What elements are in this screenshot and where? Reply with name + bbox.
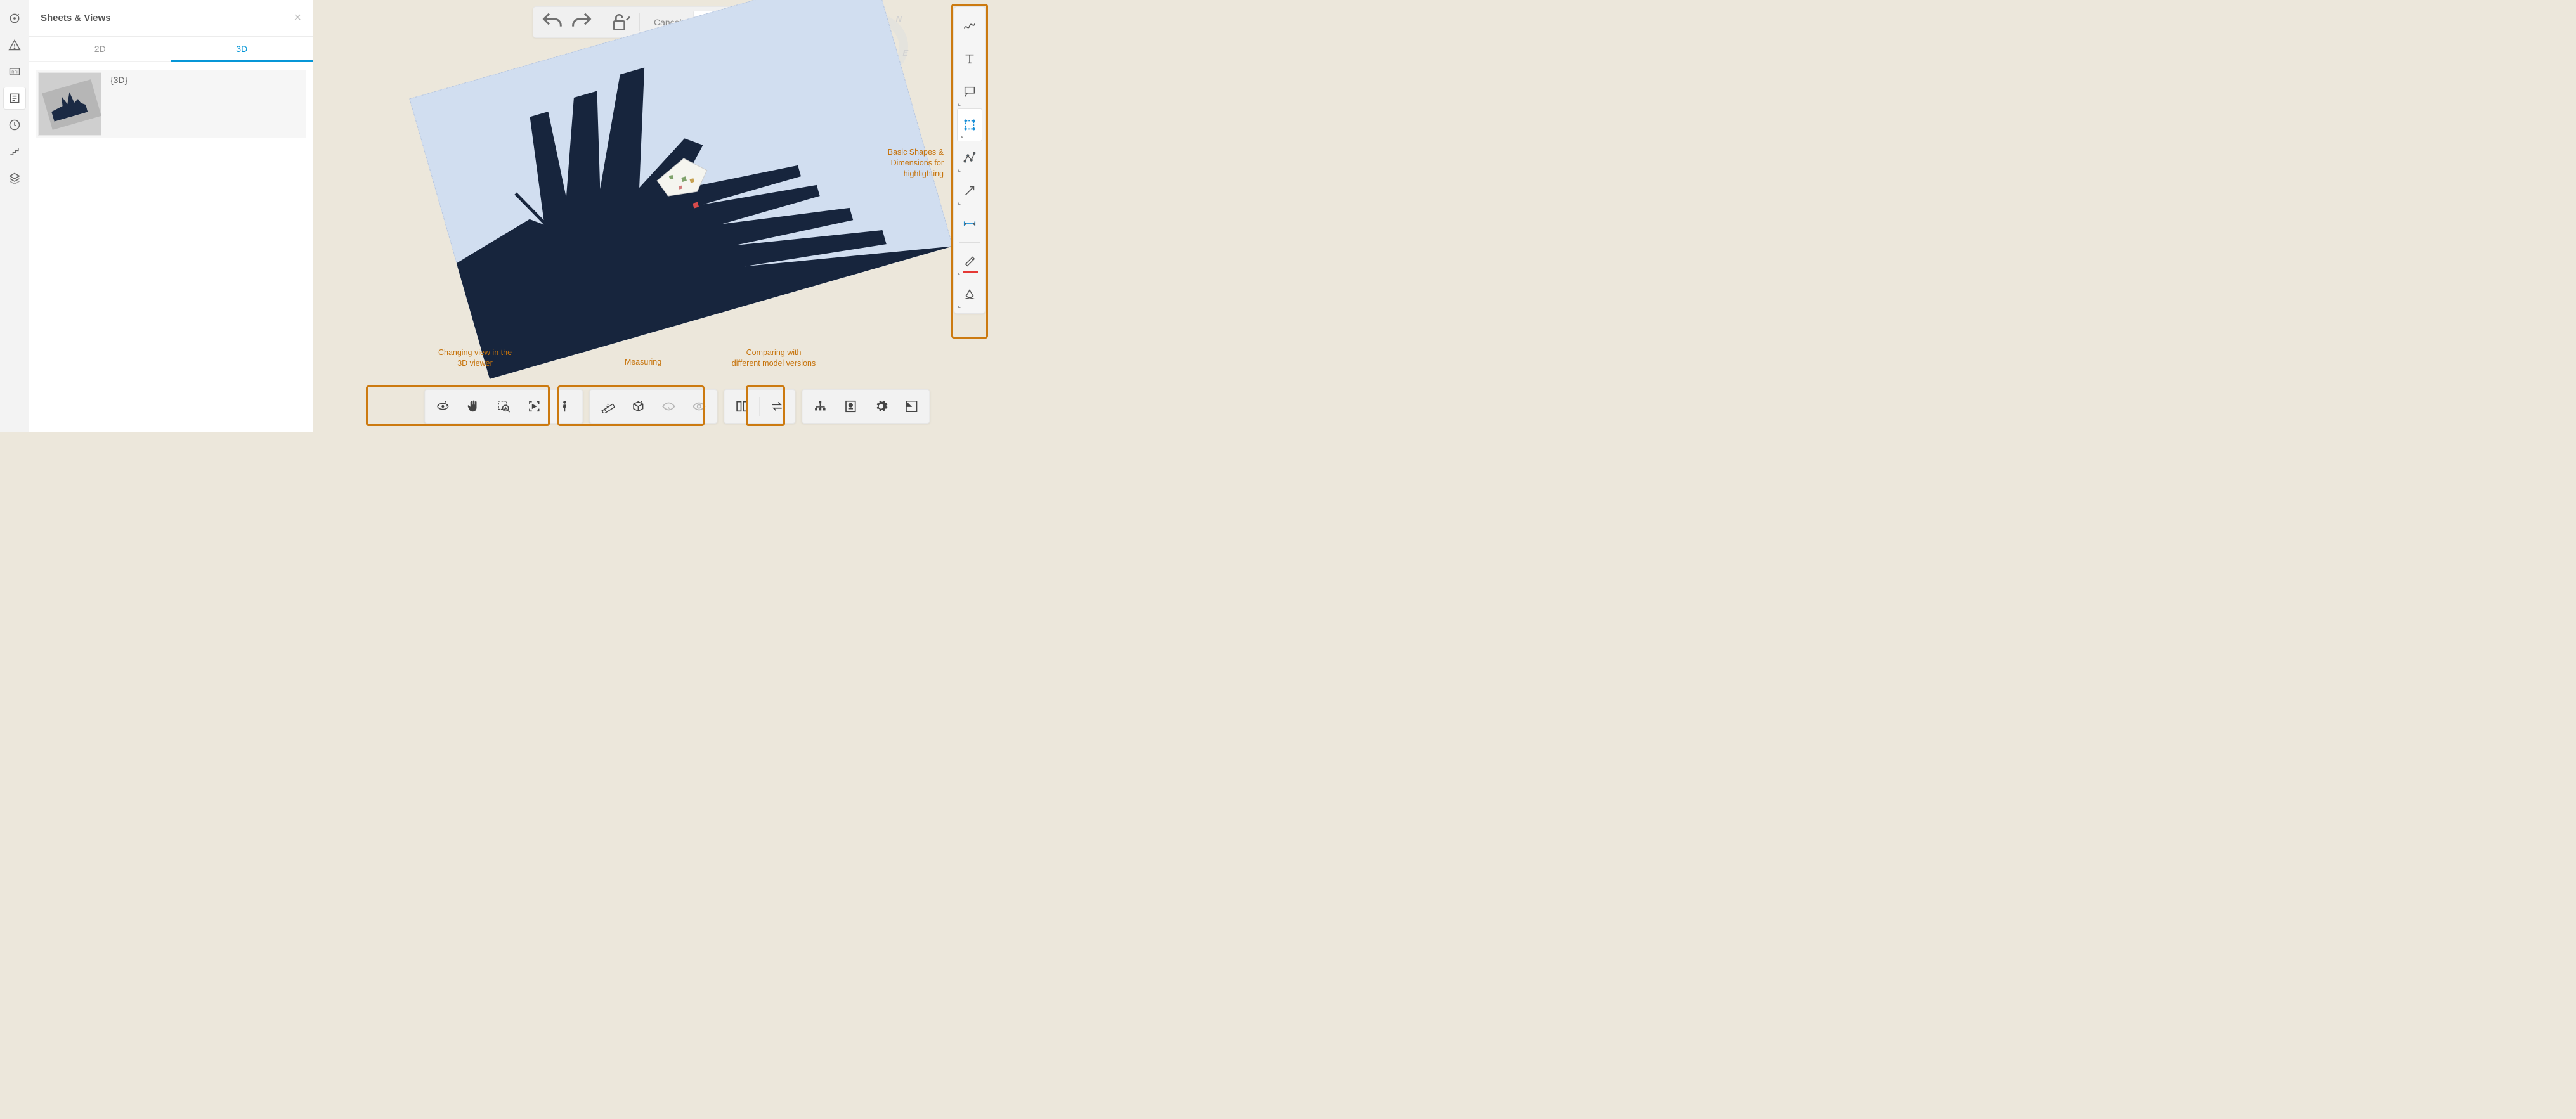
zoom-window-icon[interactable] [488,392,519,420]
markup-icon[interactable] [4,8,25,29]
view-tools-group [424,389,583,424]
properties-icon[interactable] [835,392,866,420]
measure-icon[interactable] [592,392,623,420]
first-person-icon[interactable] [549,392,580,420]
tab-3d[interactable]: 3D [171,37,313,61]
xray-icon[interactable]: A [653,392,684,420]
view-thumbnail [38,72,101,136]
orbit-icon[interactable] [427,392,458,420]
panel-tabs: 2D 3D [29,37,313,62]
tab-2d[interactable]: 2D [29,37,171,61]
misc-tools-group [802,389,930,424]
measure-tools-group: A [589,389,717,424]
pan-icon[interactable] [458,392,488,420]
viewport-3d[interactable]: Cancel Save Markup TOP N E S W C [313,0,991,432]
levels-icon[interactable] [4,141,25,162]
view-item-label: {3D} [110,75,127,85]
rfi-icon[interactable]: RFI [4,61,25,82]
callout-icon[interactable] [954,75,985,108]
settings-icon[interactable] [866,392,896,420]
sheets-views-panel: Sheets & Views × 2D 3D {3D} [29,0,313,432]
model-browser-icon[interactable] [805,392,835,420]
fit-view-icon[interactable] [519,392,549,420]
issues-icon[interactable] [4,34,25,56]
ghost-icon[interactable] [684,392,714,420]
sheets-views-icon[interactable] [4,87,25,109]
panel-title: Sheets & Views [41,13,111,23]
close-icon[interactable]: × [294,11,301,25]
fullscreen-icon[interactable] [896,392,927,420]
view-list-item[interactable]: {3D} [36,70,306,138]
model-scene [409,0,953,379]
arrow-icon[interactable] [954,174,985,207]
swap-icon[interactable] [762,392,792,420]
annotation-measuring: Measuring [611,357,675,368]
text-icon[interactable] [954,42,985,75]
compass-n: N [896,14,902,23]
left-rail: RFI [0,0,29,432]
bottom-toolbar: A [424,389,930,424]
split-view-icon[interactable] [727,392,757,420]
svg-text:A: A [667,407,670,411]
freehand-icon[interactable] [954,10,985,42]
stroke-color-icon[interactable] [954,245,985,278]
annotation-comparing: Comparing withdifferent model versions [717,347,831,369]
compass-e: E [902,48,908,58]
versions-icon[interactable] [4,114,25,136]
panel-header: Sheets & Views × [29,0,313,37]
undo-icon[interactable] [540,11,565,34]
markup-right-toolbar [954,6,986,314]
polyline-icon[interactable] [954,141,985,174]
rectangle-icon[interactable] [957,108,982,141]
compare-tools-group [724,389,795,424]
layers-icon[interactable] [4,167,25,189]
svg-text:RFI: RFI [11,71,18,75]
lock-icon[interactable] [608,11,633,34]
section-box-icon[interactable] [623,392,653,420]
dimension-icon[interactable] [954,207,985,240]
highlight-icon[interactable] [954,278,985,311]
redo-icon[interactable] [569,11,594,34]
